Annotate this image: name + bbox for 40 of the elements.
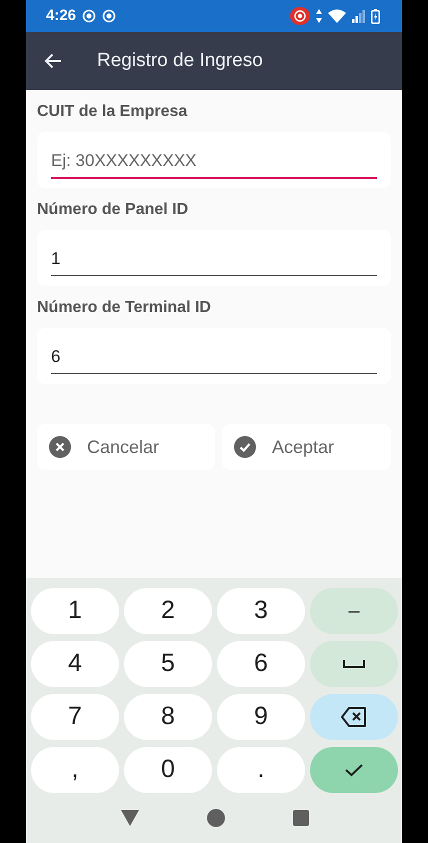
keyboard-key[interactable]: 4: [31, 641, 119, 687]
field-label: Número de Panel ID: [37, 200, 188, 220]
record-icon: [82, 9, 96, 23]
keyboard-key[interactable]: 8: [124, 694, 212, 740]
backspace-icon: [341, 707, 367, 727]
screen-record-icon: [290, 7, 310, 25]
record-icon: [102, 9, 116, 23]
back-icon[interactable]: [120, 810, 138, 826]
input-field[interactable]: 1: [37, 230, 391, 286]
field-label: CUIT de la Empresa: [37, 102, 188, 122]
keyboard-key[interactable]: –: [310, 588, 398, 634]
home-icon[interactable]: [206, 809, 224, 827]
keyboard-key[interactable]: 0: [124, 747, 212, 793]
keyboard-key[interactable]: 2: [124, 588, 212, 634]
input-field[interactable]: Ej: 30XXXXXXXXX: [37, 132, 391, 188]
data-arrows-icon: [316, 9, 322, 23]
input-field[interactable]: 6: [37, 328, 391, 384]
check-icon: [344, 762, 364, 778]
close-icon: [49, 436, 71, 458]
field-label: Número de Terminal ID: [37, 298, 211, 318]
keyboard-key[interactable]: [310, 694, 398, 740]
screen-title: Registro de Ingreso: [97, 48, 263, 73]
keyboard-key[interactable]: 9: [217, 694, 305, 740]
keyboard-key[interactable]: .: [217, 747, 305, 793]
keyboard-key[interactable]: 7: [31, 694, 119, 740]
recents-icon[interactable]: [292, 810, 308, 826]
wifi-icon: [328, 9, 346, 23]
action-button[interactable]: Cancelar: [37, 424, 215, 470]
status-time: 4:26: [46, 6, 76, 26]
signal-icon: [352, 10, 365, 22]
keyboard-key[interactable]: 1: [31, 588, 119, 634]
keyboard-key[interactable]: ,: [31, 747, 119, 793]
keyboard-key[interactable]: 5: [124, 641, 212, 687]
keyboard-key[interactable]: 6: [217, 641, 305, 687]
back-arrow-icon[interactable]: [44, 53, 62, 69]
keyboard-key[interactable]: 3: [217, 588, 305, 634]
action-button[interactable]: Aceptar: [222, 424, 391, 470]
battery-icon: [371, 8, 380, 24]
space-icon: [343, 660, 365, 668]
check-icon: [234, 436, 256, 458]
